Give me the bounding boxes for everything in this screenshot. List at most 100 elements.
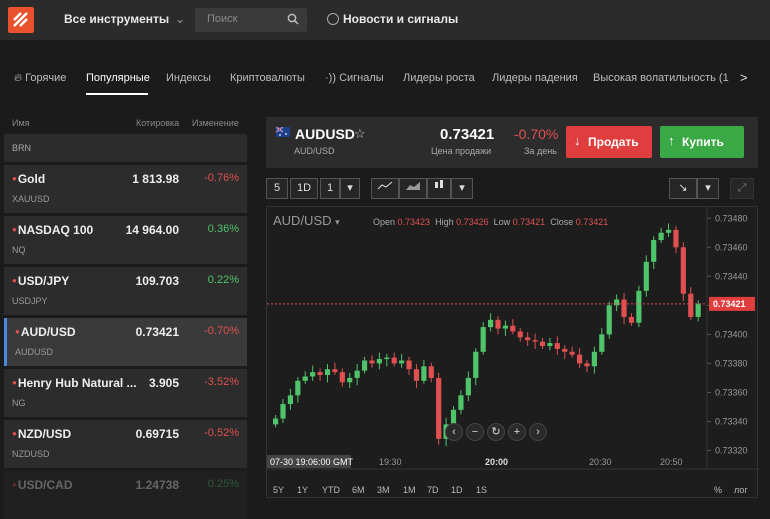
list-item-selected[interactable]: ●AUD/USD 0.73421 -0.70% AUDUSD	[4, 318, 247, 366]
instrument-name-text: Henry Hub Natural ...	[17, 376, 137, 390]
log-toggle[interactable]: лог	[734, 485, 748, 495]
y-tick-label: 0.73440	[715, 271, 748, 281]
logo-icon[interactable]	[8, 7, 34, 33]
y-tick-label: 0.73320	[715, 445, 748, 455]
tab-hot-label: Горячие	[25, 72, 67, 84]
list-item[interactable]: ●USD/CAD 1.24738 0.25%	[4, 471, 247, 519]
zoom-in-icon[interactable]: +	[508, 423, 526, 441]
daily-change-label: За день	[524, 146, 557, 156]
chart-symbol-label[interactable]: AUD/USD ▾	[273, 213, 340, 228]
chevron-down-icon: ⌄	[175, 12, 186, 26]
period-5y[interactable]: 5Y	[273, 485, 284, 495]
period-7d[interactable]: 7D	[427, 485, 439, 495]
candle-body	[473, 351, 479, 378]
list-item[interactable]: ●NZD/USD 0.69715 -0.52% NZDUSD	[4, 420, 247, 468]
scroll-left-icon[interactable]: ‹	[445, 423, 463, 441]
interval-1-button[interactable]: 1	[320, 178, 340, 199]
period-6m[interactable]: 6M	[352, 485, 365, 495]
list-item[interactable]: ●Gold 1 813.98 -0.76% XAUUSD	[4, 165, 247, 213]
chevron-right-icon[interactable]: >	[740, 70, 748, 85]
fullscreen-icon[interactable]: ⤢	[730, 178, 754, 199]
period-ytd[interactable]: YTD	[322, 485, 340, 495]
candle-body	[539, 341, 546, 346]
tab-volatility[interactable]: Высокая волатильность (1	[593, 72, 729, 84]
ohlc-open: 0.73423	[397, 217, 431, 227]
list-item[interactable]: ●Henry Hub Natural ... 3.905 -3.52% NG	[4, 369, 247, 417]
candle-body	[554, 343, 560, 349]
period-1m[interactable]: 1M	[403, 485, 416, 495]
period-1s[interactable]: 1S	[476, 485, 487, 495]
tab-indices[interactable]: Индексы	[166, 72, 211, 84]
instrument-name: ●NASDAQ 100	[12, 223, 93, 237]
tab-crypto[interactable]: Криптовалюты	[230, 72, 305, 84]
news-signals-link[interactable]: Новости и сигналы	[327, 12, 458, 26]
sell-button[interactable]: ↓ Продать	[566, 126, 652, 158]
reset-icon[interactable]: ↻	[487, 423, 505, 441]
y-tick-label: 0.73360	[715, 387, 748, 397]
all-instruments-dropdown[interactable]: Все инструменты ⌄	[64, 12, 185, 26]
search-input[interactable]	[207, 13, 285, 25]
chart-symbol-text: AUD/USD	[273, 213, 332, 228]
buy-button[interactable]: ↑ Купить	[660, 126, 744, 158]
percent-toggle[interactable]: %	[714, 485, 722, 495]
price: 1.24738	[135, 478, 179, 492]
instrument-panel: AUDUSD ☆ AUD/USD 0.73421 Цена продажи -0…	[266, 117, 758, 168]
draw-tool-dropdown-icon[interactable]: ▾	[697, 178, 719, 199]
status-dot-icon: ●	[12, 378, 17, 387]
candle-body	[517, 331, 523, 338]
search-icon[interactable]	[287, 13, 299, 25]
candle-body	[651, 240, 657, 262]
draw-tool-icon[interactable]: ↘	[669, 178, 697, 199]
arrow-down-icon: ↓	[574, 133, 581, 148]
candle-body	[614, 299, 620, 306]
price: 1 813.98	[132, 172, 179, 186]
period-1d[interactable]: 1D	[451, 485, 463, 495]
interval-dropdown-icon[interactable]: ▾	[340, 178, 360, 199]
candle-body	[317, 372, 323, 376]
tab-gainers[interactable]: Лидеры роста	[403, 72, 475, 84]
y-tick-label: 0.73400	[715, 329, 748, 339]
symbol-label: USDJPY	[12, 296, 48, 306]
candle-chart-icon[interactable]	[427, 178, 451, 199]
period-3m[interactable]: 3M	[377, 485, 390, 495]
y-tick-label: 0.73380	[715, 358, 748, 368]
search-box[interactable]	[195, 8, 307, 32]
instrument-name: ●AUD/USD	[15, 325, 76, 339]
tab-popular[interactable]: Популярные	[86, 72, 150, 84]
change: -3.52%	[204, 376, 239, 388]
list-item[interactable]: BRN	[4, 134, 247, 162]
chart-canvas[interactable]: 0.734800.734600.734400.734200.734000.733…	[267, 207, 759, 499]
star-icon[interactable]: ☆	[354, 126, 366, 142]
period-1y[interactable]: 1Y	[297, 485, 308, 495]
change: -0.52%	[204, 427, 239, 439]
candle-body	[636, 290, 642, 323]
candle-body	[495, 319, 501, 329]
zoom-out-icon[interactable]: −	[466, 423, 484, 441]
list-item[interactable]: ●NASDAQ 100 14 964.00 0.36% NQ	[4, 216, 247, 264]
tab-hot[interactable]: 🔥︎ Горячие	[14, 72, 66, 85]
symbol-label: NG	[12, 398, 26, 408]
interval-5-button[interactable]: 5	[266, 178, 288, 199]
change: -0.76%	[204, 172, 239, 184]
candle-body	[673, 229, 679, 248]
chart-type-dropdown-icon[interactable]: ▾	[451, 178, 473, 199]
x-tick-label: 19:30	[379, 457, 402, 467]
price-chart[interactable]: 0.734800.734600.734400.734200.734000.733…	[266, 206, 759, 499]
interval-1d-button[interactable]: 1D	[290, 178, 318, 199]
candle-body	[295, 380, 301, 396]
instrument-name: ●Gold	[12, 172, 45, 186]
chart-nav-buttons: ‹ − ↻ + ›	[445, 423, 550, 441]
candle-body	[347, 377, 353, 383]
tab-losers[interactable]: Лидеры падения	[492, 72, 578, 84]
candle-body	[376, 359, 382, 364]
ohlc-high: 0.73426	[456, 217, 489, 227]
scroll-right-icon[interactable]: ›	[529, 423, 547, 441]
candle-body	[332, 369, 338, 373]
area-chart-icon[interactable]	[399, 178, 427, 199]
tab-signals[interactable]: ·)) Сигналы	[325, 72, 384, 84]
candle-body	[599, 334, 605, 352]
symbol-label: NZDUSD	[12, 449, 50, 459]
line-chart-icon[interactable]	[371, 178, 399, 199]
candle-body	[695, 303, 701, 317]
list-item[interactable]: ●USD/JPY 109.703 0.22% USDJPY	[4, 267, 247, 315]
